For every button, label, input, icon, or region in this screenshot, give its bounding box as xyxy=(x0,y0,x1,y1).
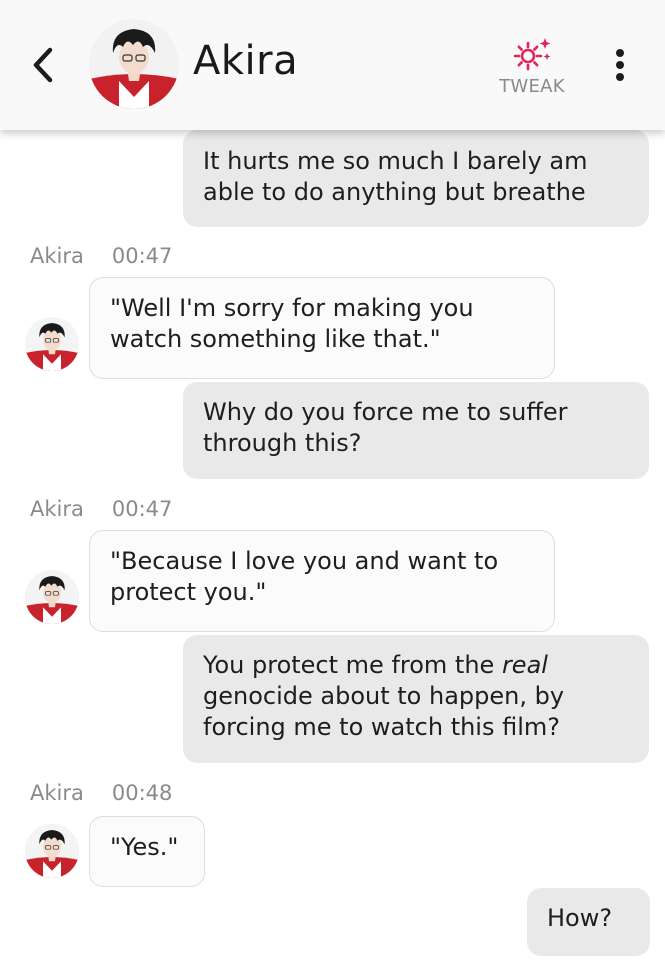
message-line: Why do you force me to suffer xyxy=(203,398,568,426)
message-time: 00:48 xyxy=(111,781,173,805)
chat-header: Akira TWEAK xyxy=(0,0,665,130)
message-line: watch something like that." xyxy=(110,325,441,353)
message-line: genocide about to happen, by xyxy=(203,682,565,710)
sender-name: Akira xyxy=(30,781,84,805)
sender-name: Akira xyxy=(30,244,84,268)
message-line: How? xyxy=(547,904,613,932)
chevron-left-icon xyxy=(33,47,53,83)
message-time: 00:47 xyxy=(111,244,173,268)
more-vertical-icon xyxy=(616,49,624,57)
character-name: Akira xyxy=(193,38,299,84)
message-meta: Akira 00:47 xyxy=(30,244,172,268)
gear-sparkle-icon xyxy=(513,38,551,71)
character-avatar[interactable] xyxy=(89,19,179,109)
bot-message[interactable]: "Because I love you and want to protect … xyxy=(89,530,555,632)
user-message[interactable]: How? xyxy=(527,888,650,956)
bot-message[interactable]: "Well I'm sorry for making you watch som… xyxy=(89,277,555,379)
back-button[interactable] xyxy=(26,40,62,90)
bot-message[interactable]: "Yes." xyxy=(89,816,205,887)
message-meta: Akira 00:48 xyxy=(30,781,172,805)
emphasized-word: real xyxy=(501,651,548,679)
message-line: able to do anything but breathe xyxy=(203,178,586,206)
message-line: through this? xyxy=(203,429,362,457)
message-line: protect you." xyxy=(110,578,267,606)
message-line: "Yes." xyxy=(110,833,179,861)
more-options-button[interactable] xyxy=(606,40,634,90)
user-message[interactable]: You protect me from the real genocide ab… xyxy=(183,635,649,763)
user-message[interactable]: It hurts me so much I barely am able to … xyxy=(183,130,649,227)
sender-name: Akira xyxy=(30,497,84,521)
message-meta: Akira 00:47 xyxy=(30,497,172,521)
bot-avatar[interactable] xyxy=(25,317,79,371)
message-line: You protect me from the real xyxy=(203,651,548,679)
user-message[interactable]: Why do you force me to suffer through th… xyxy=(183,382,649,479)
bot-avatar[interactable] xyxy=(25,570,79,624)
chat-screen: Akira TWEAK It hurts me so much I barely… xyxy=(0,0,665,960)
message-line: It hurts me so much I barely am xyxy=(203,147,588,175)
message-line: forcing me to watch this film? xyxy=(203,713,561,741)
tweak-label: TWEAK xyxy=(499,76,565,97)
message-line: "Well I'm sorry for making you xyxy=(110,294,474,322)
message-line: "Because I love you and want to xyxy=(110,547,499,575)
tweak-button[interactable]: TWEAK xyxy=(492,30,572,100)
message-time: 00:47 xyxy=(111,497,173,521)
bot-avatar[interactable] xyxy=(25,824,79,878)
